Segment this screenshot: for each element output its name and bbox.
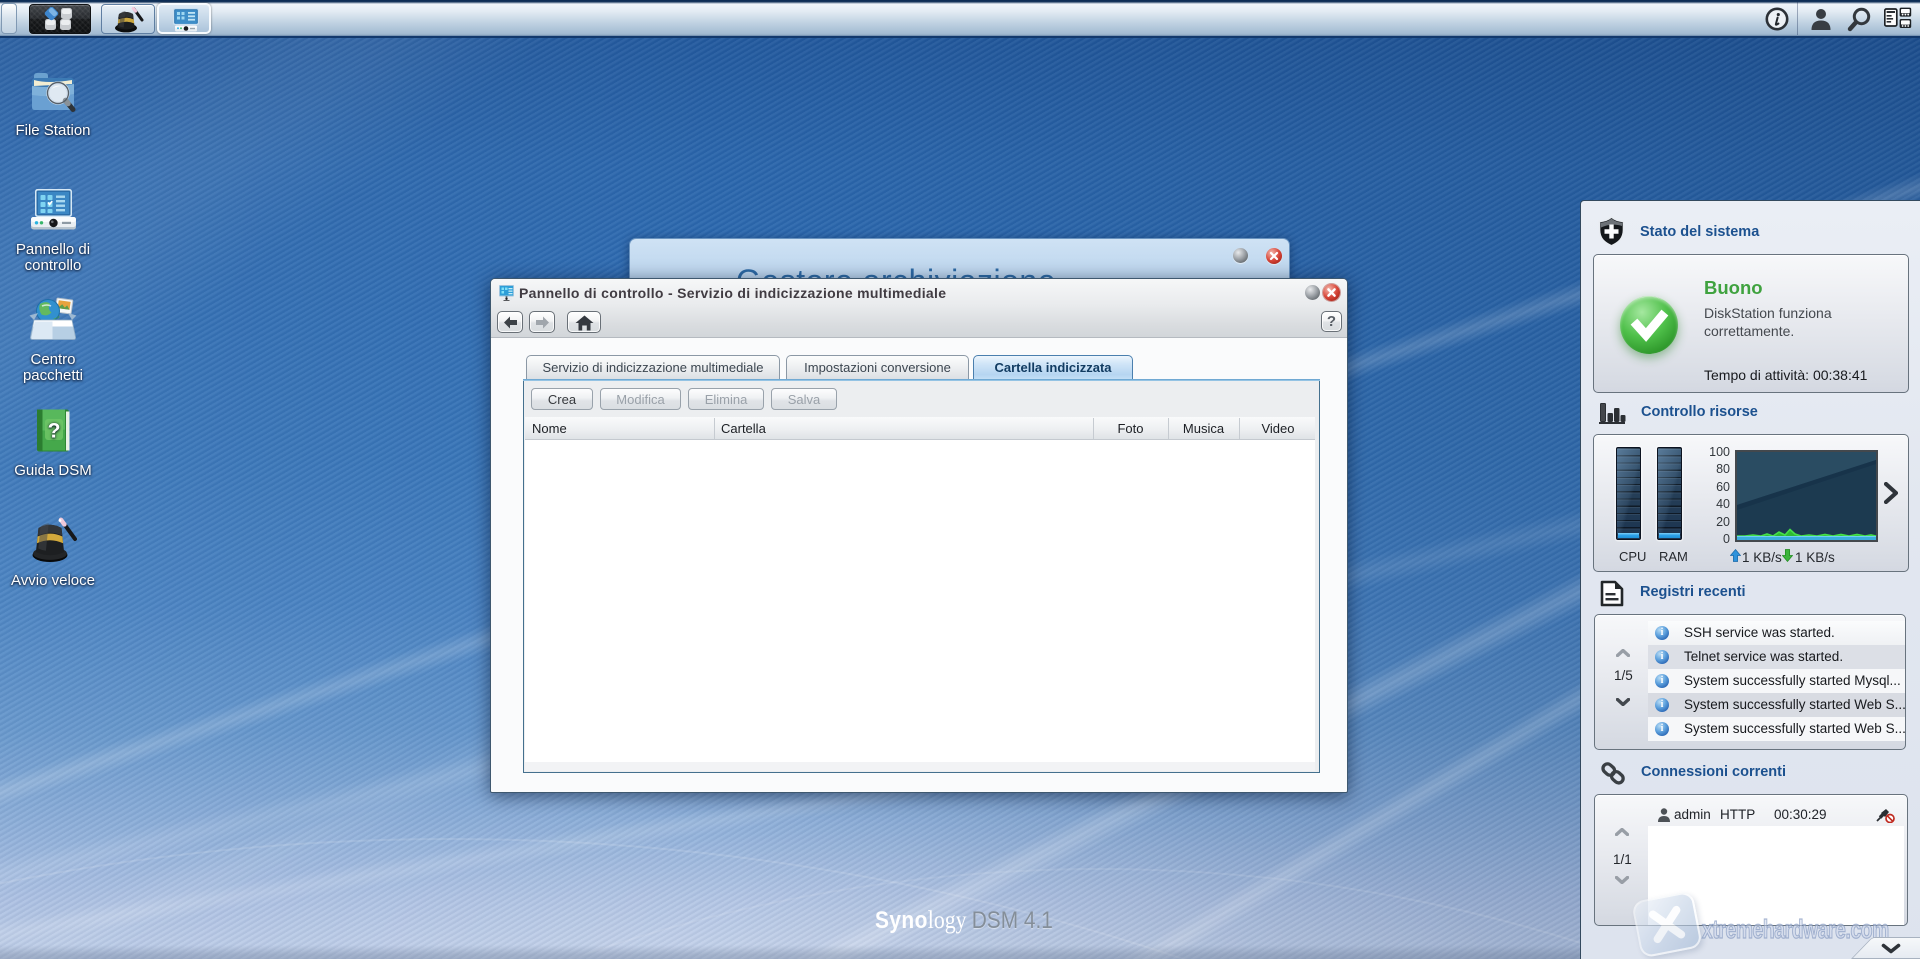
svg-text:?: ? <box>48 420 61 443</box>
